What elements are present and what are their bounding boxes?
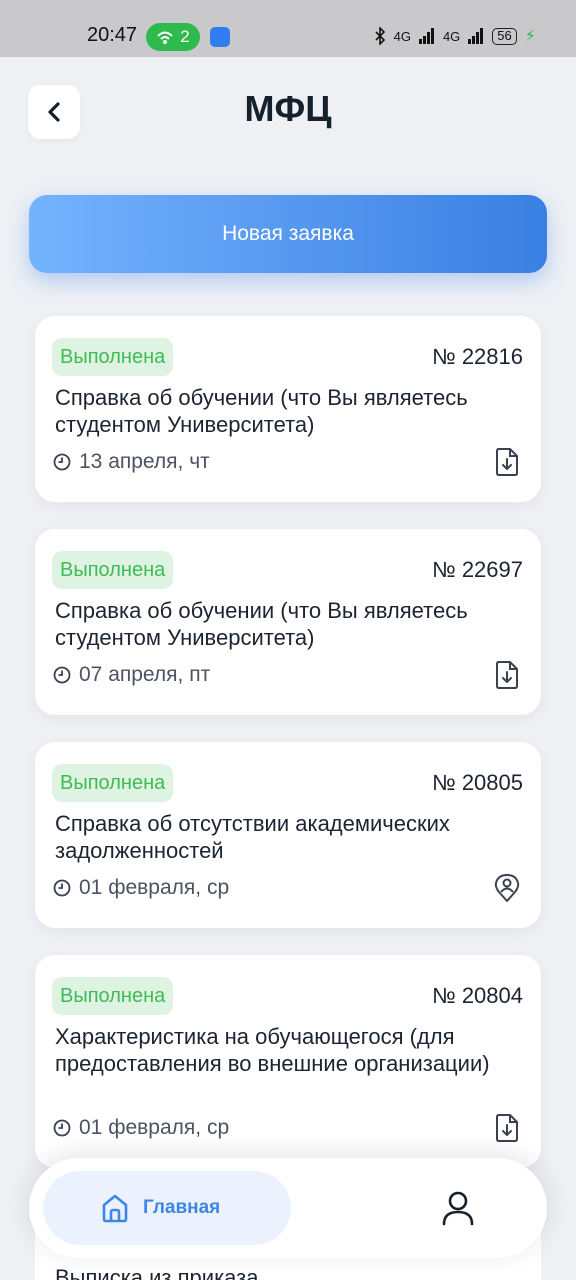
status-right: 4G 4G 56 ⚡ [374,26,536,46]
request-card[interactable]: Выполнена № 20804 Характеристика на обуч… [35,955,541,1168]
new-request-button[interactable]: Новая заявка [29,195,547,273]
home-icon [102,1194,128,1223]
android-app-icon [210,27,230,47]
request-number: № 22697 [432,557,523,582]
bluetooth-icon [375,27,385,45]
charging-icon: ⚡ [524,28,536,45]
status-badge: Выполнена [52,977,174,1015]
status-time: 20:47 [87,24,138,46]
status-badge: Выполнена [52,764,174,802]
clock-icon [53,453,71,471]
request-title: Справка об отсутствии академических задо… [55,811,450,863]
page-title: МФЦ [244,88,332,129]
file-download-icon[interactable] [493,447,521,477]
battery-indicator: 56 [492,27,517,45]
status-badge: Выполнена [52,551,174,589]
request-date: 07 апреля, пт [79,663,211,686]
hotspot-count: 2 [180,27,190,46]
request-date-row: 07 апреля, пт [53,663,210,687]
request-date: 01 февраля, ср [79,1116,230,1139]
file-download-icon[interactable] [493,660,521,690]
request-card[interactable]: Выполнена № 22816 Справка об обучении (ч… [35,316,541,502]
status-badge: Выполнена [52,338,174,376]
file-download-icon[interactable] [493,1113,521,1143]
request-title: Справка об обучении (что Вы являетесь ст… [55,385,468,437]
location-person-icon[interactable] [493,873,521,903]
request-date-row: 01 февраля, ср [53,1116,229,1140]
request-number: № 20805 [432,770,523,795]
signal-icon-2 [468,28,484,44]
clock-icon [53,1119,71,1137]
hotspot-badge: 2 [146,23,200,51]
request-date: 13 апреля, чт [79,450,210,473]
request-title: Характеристика на обучающегося (для пред… [55,1024,490,1076]
wifi-hotspot-icon [157,31,173,44]
nav-home[interactable]: Главная [43,1171,291,1245]
bottom-nav: Главная [29,1158,547,1258]
request-date-row: 13 апреля, чт [53,450,210,474]
user-icon[interactable] [441,1190,475,1226]
request-card[interactable]: Выполнена № 20805 Справка об отсутствии … [35,742,541,928]
request-title: Выписка из приказа [55,1265,259,1280]
nav-home-label: Главная [143,1197,221,1218]
network-label-1: 4G [393,28,411,44]
clock-icon [53,666,71,684]
status-bar: 20:47 2 4G 4G 56 ⚡ [0,0,576,57]
network-label-2: 4G [442,28,461,44]
request-date-row: 01 февраля, ср [53,876,229,900]
request-date: 01 февраля, ср [79,876,230,899]
request-card[interactable]: Выполнена № 22697 Справка об обучении (ч… [35,529,541,715]
signal-icon [418,28,434,44]
request-number: № 22816 [432,344,523,369]
clock-icon [53,879,71,897]
request-title: Справка об обучении (что Вы являетесь ст… [55,598,468,650]
request-number: № 20804 [432,983,523,1008]
